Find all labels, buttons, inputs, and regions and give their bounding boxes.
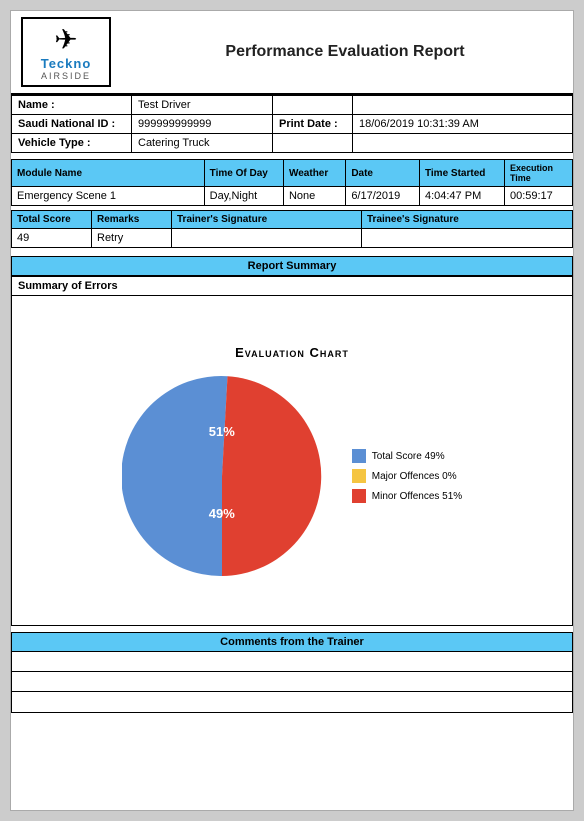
legend-label-total: Total Score 49% bbox=[372, 451, 445, 462]
comment-line-1 bbox=[12, 652, 572, 672]
execution-time-header: Execution Time bbox=[504, 160, 572, 187]
module-name-value: Emergency Scene 1 bbox=[12, 187, 205, 206]
time-of-day-value: Day,Night bbox=[204, 187, 283, 206]
legend-label-major: Major Offences 0% bbox=[372, 471, 457, 482]
module-row: Emergency Scene 1 Day,Night None 6/17/20… bbox=[12, 187, 573, 206]
date-value: 6/17/2019 bbox=[346, 187, 420, 206]
chart-legend: Total Score 49% Major Offences 0% Minor … bbox=[352, 449, 462, 503]
trainer-sig-header: Trainer's Signature bbox=[172, 211, 362, 229]
weather-header: Weather bbox=[283, 160, 345, 187]
summary-errors-label: Summary of Errors bbox=[11, 276, 573, 296]
pie-chart: 51% 49% bbox=[122, 376, 322, 576]
header: ✈ Teckno AIRSIDE Performance Evaluation … bbox=[11, 11, 573, 95]
report-title: Performance Evaluation Report bbox=[127, 43, 563, 61]
legend-item-major: Major Offences 0% bbox=[352, 469, 462, 483]
print-date-value: 18/06/2019 10:31:39 AM bbox=[353, 115, 573, 134]
comment-line-3 bbox=[12, 692, 572, 712]
time-started-value: 4:04:47 PM bbox=[419, 187, 504, 206]
print-date-label: Print Date : bbox=[273, 115, 353, 134]
logo-subtitle: AIRSIDE bbox=[41, 71, 91, 81]
name-label: Name : bbox=[12, 96, 132, 115]
chart-content: 51% 49% Total Score 49% Major Offences 0… bbox=[122, 376, 462, 576]
chart-title: Evaluation Chart bbox=[235, 345, 349, 360]
logo-box: ✈ Teckno AIRSIDE bbox=[21, 17, 111, 87]
time-of-day-header: Time Of Day bbox=[204, 160, 283, 187]
legend-label-minor: Minor Offences 51% bbox=[372, 491, 462, 502]
trainer-sig-value bbox=[172, 229, 362, 248]
name-value: Test Driver bbox=[132, 96, 273, 115]
legend-color-red bbox=[352, 489, 366, 503]
national-id-label: Saudi National ID : bbox=[12, 115, 132, 134]
score-table: Total Score Remarks Trainer's Signature … bbox=[11, 210, 573, 248]
legend-color-yellow bbox=[352, 469, 366, 483]
comments-bar: Comments from the Trainer bbox=[11, 632, 573, 652]
legend-item-total: Total Score 49% bbox=[352, 449, 462, 463]
report-summary-bar: Report Summary bbox=[11, 256, 573, 276]
score-row: 49 Retry bbox=[12, 229, 573, 248]
trainee-sig-value bbox=[362, 229, 573, 248]
pie-label-51: 51% bbox=[209, 424, 235, 439]
pie-label-49: 49% bbox=[209, 506, 235, 521]
vehicle-type-value: Catering Truck bbox=[132, 134, 273, 153]
comment-lines bbox=[11, 652, 573, 713]
legend-color-blue bbox=[352, 449, 366, 463]
remarks-value: Retry bbox=[92, 229, 172, 248]
page: ✈ Teckno AIRSIDE Performance Evaluation … bbox=[10, 10, 574, 811]
vehicle-type-label: Vehicle Type : bbox=[12, 134, 132, 153]
weather-value: None bbox=[283, 187, 345, 206]
execution-time-value: 00:59:17 bbox=[504, 187, 572, 206]
national-id-value: 999999999999 bbox=[132, 115, 273, 134]
logo-brand: Teckno bbox=[41, 56, 92, 71]
trainee-sig-header: Trainee's Signature bbox=[362, 211, 573, 229]
info-table: Name : Test Driver Saudi National ID : 9… bbox=[11, 95, 573, 153]
chart-area: Evaluation Chart 51% 49% bbox=[11, 296, 573, 626]
time-started-header: Time Started bbox=[419, 160, 504, 187]
comment-line-2 bbox=[12, 672, 572, 692]
total-score-header: Total Score bbox=[12, 211, 92, 229]
module-table: Module Name Time Of Day Weather Date Tim… bbox=[11, 159, 573, 206]
airplane-icon: ✈ bbox=[54, 23, 77, 56]
legend-item-minor: Minor Offences 51% bbox=[352, 489, 462, 503]
remarks-header: Remarks bbox=[92, 211, 172, 229]
date-header: Date bbox=[346, 160, 420, 187]
total-score-value: 49 bbox=[12, 229, 92, 248]
module-name-header: Module Name bbox=[12, 160, 205, 187]
